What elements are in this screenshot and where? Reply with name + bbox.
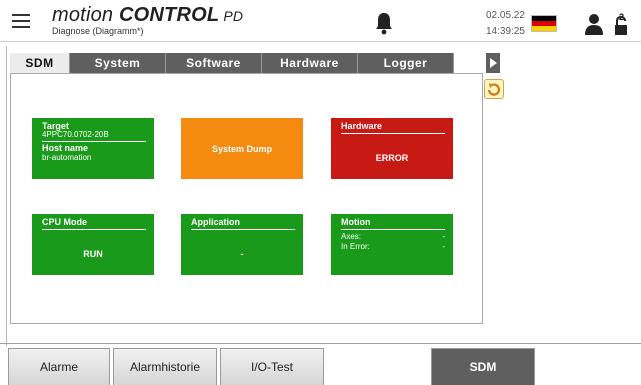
brand: motion CONTROL PD Diagnose (Diagramm*) [52, 4, 243, 36]
tab-sdm[interactable]: SDM [10, 53, 70, 73]
time-text: 14:39:25 [486, 26, 525, 37]
refresh-arrow-icon [487, 83, 501, 96]
hardware-tile[interactable]: Hardware ERROR [331, 118, 453, 179]
hardware-title: Hardware [341, 121, 383, 131]
nav-alarme[interactable]: Alarme [8, 348, 110, 385]
nav-sdm[interactable]: SDM [431, 348, 535, 385]
motion-rule [341, 229, 445, 230]
system-dump-tile[interactable]: System Dump [181, 118, 303, 179]
app-title: motion CONTROL PD [52, 4, 243, 27]
application-rule [191, 229, 295, 230]
cpu-mode-status: RUN [83, 249, 103, 259]
page-subtitle: Diagnose (Diagramm*) [52, 26, 144, 36]
brand-suffix: PD [219, 8, 244, 24]
tab-hardware[interactable]: Hardware [262, 53, 358, 73]
motion-title: Motion [341, 217, 371, 227]
host-name-value: br-automation [42, 153, 92, 162]
motion-tile[interactable]: Motion Axes: - In Error: - [331, 214, 453, 275]
date-text: 02.05.22 [486, 10, 525, 21]
in-error-value: - [442, 242, 445, 251]
axes-value: - [442, 232, 445, 241]
datetime: 02.05.22 14:39:25 [486, 8, 525, 40]
nav-io-test[interactable]: I/O-Test [220, 348, 324, 385]
system-dump-label: System Dump [211, 144, 273, 154]
brand-bold: CONTROL [119, 4, 220, 26]
user-icon[interactable] [584, 12, 604, 36]
tab-software[interactable]: Software [166, 53, 262, 73]
hamburger-menu-icon[interactable] [12, 14, 30, 28]
cpu-mode-title: CPU Mode [42, 217, 87, 227]
hardware-status: ERROR [375, 153, 409, 163]
flag-stripe-3 [532, 26, 556, 31]
application-status: - [240, 249, 244, 259]
bell-icon[interactable] [374, 11, 394, 35]
chevron-right-icon[interactable] [486, 53, 500, 73]
cpu-mode-rule [42, 229, 146, 230]
in-error-label: In Error: [341, 242, 370, 251]
application-tile[interactable]: Application - [181, 214, 303, 275]
nav-alarmhistorie[interactable]: Alarmhistorie [113, 348, 217, 385]
target-model: 4PPC70.0702-20B [42, 130, 109, 139]
cpu-mode-tile[interactable]: CPU Mode RUN [32, 214, 154, 275]
application-title: Application [191, 217, 240, 227]
refresh-icon[interactable] [484, 79, 504, 99]
tab-logger[interactable]: Logger [358, 53, 454, 73]
footer-divider [0, 343, 641, 344]
tab-bar: SDM System Software Hardware Logger [10, 53, 486, 73]
axes-label: Axes: [341, 232, 362, 241]
target-rule [42, 141, 146, 142]
header-bar: motion CONTROL PD Diagnose (Diagramm*) 0… [0, 0, 641, 42]
german-flag-icon[interactable] [531, 15, 557, 32]
app-window: motion CONTROL PD Diagnose (Diagramm*) 0… [0, 0, 641, 385]
hardware-rule [341, 133, 445, 134]
brand-prefix: motion [52, 4, 119, 26]
left-divider [6, 46, 7, 346]
bottom-nav: Alarme Alarmhistorie I/O-Test SDM [0, 347, 641, 385]
target-tile[interactable]: Target 4PPC70.0702-20B Host name br-auto… [32, 118, 154, 179]
lock-open-icon[interactable] [613, 16, 629, 36]
tab-system[interactable]: System [70, 53, 166, 73]
sdm-panel: Target 4PPC70.0702-20B Host name br-auto… [10, 73, 483, 324]
host-name-label: Host name [42, 143, 89, 153]
